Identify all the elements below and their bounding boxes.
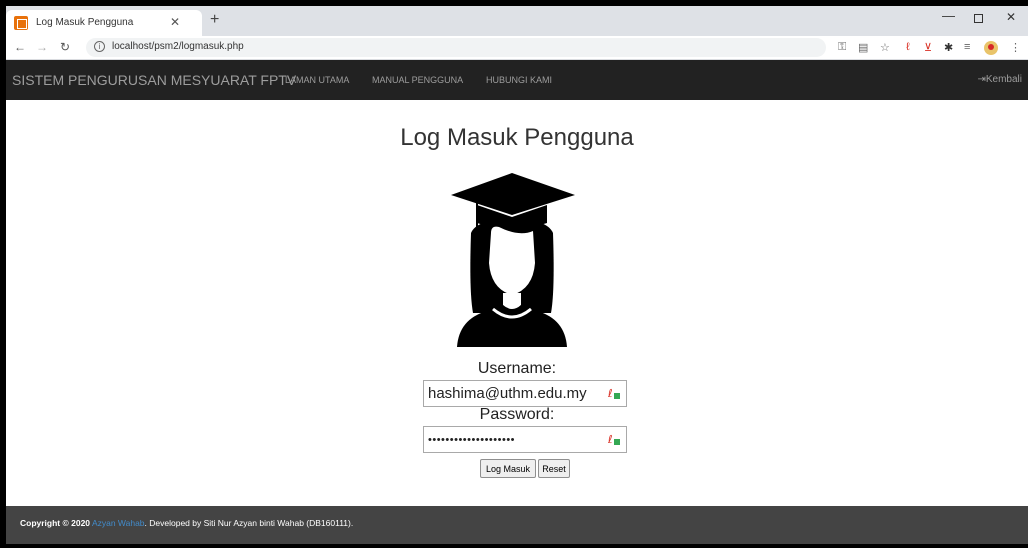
reload-icon[interactable]: ↻ — [60, 40, 70, 54]
tab-title: Log Masuk Pengguna — [36, 17, 134, 28]
maximize-window-icon[interactable] — [974, 14, 983, 23]
reading-list-icon[interactable]: ≡ — [964, 41, 970, 53]
extensions-puzzle-icon[interactable]: ✱ — [944, 41, 953, 54]
browser-tab[interactable]: Log Masuk Pengguna ✕ — [6, 10, 202, 36]
minimize-window-icon[interactable]: — — [942, 8, 955, 23]
menu-kebab-icon[interactable]: ⋮ — [1010, 41, 1021, 54]
log-in-icon: ⇥ — [977, 74, 986, 85]
back-arrow-icon[interactable]: ← — [14, 40, 26, 54]
app-navbar: SISTEM PENGURUSAN MESYUARAT FPTV LAMAN U… — [6, 60, 1028, 100]
page-favicon-icon — [14, 16, 28, 30]
page-title: Log Masuk Pengguna — [400, 124, 634, 151]
footer: Copyright © 2020 Azyan Wahab. Developed … — [6, 506, 1028, 544]
password-manager-icon[interactable]: ℓ — [608, 433, 620, 445]
reset-button[interactable]: Reset — [538, 459, 570, 478]
password-label: Password: — [479, 406, 555, 423]
profile-avatar[interactable] — [984, 41, 998, 58]
close-tab-icon[interactable]: ✕ — [170, 15, 180, 29]
new-tab-icon[interactable]: + — [210, 12, 219, 28]
key-icon[interactable]: ⚿ — [838, 41, 846, 54]
translate-icon[interactable]: ▤ — [858, 41, 868, 54]
back-link[interactable]: ⇥Kembali — [977, 74, 1022, 85]
password-manager-icon[interactable]: ℓ — [608, 387, 620, 399]
info-icon[interactable]: i — [94, 41, 105, 52]
back-link-label: Kembali — [985, 74, 1022, 85]
browser-toolbar: ← → ↻ i localhost/psm2/logmasuk.php ⚿ ▤ … — [6, 36, 1028, 60]
nav-link-laman-utama[interactable]: LAMAN UTAMA — [285, 75, 349, 85]
forward-arrow-icon[interactable]: → — [36, 40, 48, 54]
username-input[interactable] — [423, 380, 627, 407]
graduate-avatar-icon — [451, 173, 575, 347]
nav-link-manual-pengguna[interactable]: MANUAL PENGGUNA — [372, 75, 463, 85]
password-input[interactable] — [423, 426, 627, 453]
browser-window: Log Masuk Pengguna ✕ + — ✕ ← → ↻ i local… — [6, 6, 1028, 544]
brand-title[interactable]: SISTEM PENGURUSAN MESYUARAT FPTV — [12, 72, 296, 88]
username-label: Username: — [477, 360, 557, 377]
footer-text: Copyright © 2020 Azyan Wahab. Developed … — [20, 518, 353, 528]
cart-extension-icon[interactable]: ⊻ — [924, 41, 932, 54]
svg-text:ℓ: ℓ — [608, 433, 613, 445]
address-bar[interactable]: i localhost/psm2/logmasuk.php — [86, 38, 826, 57]
nav-link-hubungi-kami[interactable]: HUBUNGI KAMI — [486, 75, 552, 85]
footer-credit: . Developed by Siti Nur Azyan binti Waha… — [144, 518, 354, 528]
copyright-text: Copyright © 2020 — [20, 518, 91, 528]
svg-text:ℓ: ℓ — [608, 387, 613, 399]
login-button[interactable]: Log Masuk — [480, 459, 536, 478]
url-text: localhost/psm2/logmasuk.php — [112, 41, 244, 52]
author-link[interactable]: Azyan Wahab — [92, 518, 145, 528]
extension-icon[interactable]: ℓ — [906, 41, 910, 53]
bookmark-star-icon[interactable]: ☆ — [880, 41, 890, 54]
tab-strip: Log Masuk Pengguna ✕ + — ✕ — [6, 6, 1028, 36]
close-window-icon[interactable]: ✕ — [1006, 10, 1016, 24]
